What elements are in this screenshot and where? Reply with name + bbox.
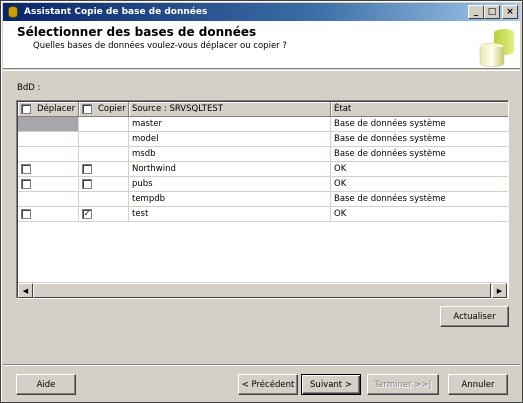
maximize-button[interactable]: □: [484, 5, 500, 19]
copy-checkbox[interactable]: [82, 164, 92, 174]
database-state: OK: [331, 177, 508, 192]
back-button[interactable]: < Précédent: [238, 374, 298, 395]
move-cell[interactable]: [18, 132, 79, 147]
refresh-button[interactable]: Actualiser: [440, 306, 509, 327]
copy-checkbox[interactable]: [82, 179, 92, 189]
move-cell[interactable]: [18, 162, 79, 177]
table-row[interactable]: pubs OK: [18, 177, 508, 192]
cancel-button[interactable]: Annuler: [448, 374, 508, 395]
copy-all-checkbox[interactable]: [82, 104, 92, 114]
database-graphic-icon: [479, 29, 514, 67]
page-title: Sélectionner des bases de données: [17, 25, 257, 39]
copy-cell[interactable]: ✓: [79, 207, 129, 222]
move-cell[interactable]: [18, 177, 79, 192]
table-row[interactable]: msdb Base de données système: [18, 147, 508, 162]
minimize-button[interactable]: _: [468, 5, 484, 19]
database-name: pubs: [129, 177, 331, 192]
database-name: test: [129, 207, 331, 222]
header-source[interactable]: Source : SRVSQLTEST: [129, 102, 331, 117]
horizontal-scrollbar[interactable]: ◀ ▶: [18, 282, 507, 298]
copy-checkbox[interactable]: ✓: [82, 209, 92, 219]
scroll-left-button[interactable]: ◀: [18, 283, 33, 298]
move-cell[interactable]: [18, 117, 79, 132]
copy-cell[interactable]: [79, 117, 129, 132]
table-row[interactable]: master Base de données système: [18, 117, 508, 132]
table-row[interactable]: tempdb Base de données système: [18, 192, 508, 207]
title-bar[interactable]: Assistant Copie de base de données _ □ ×: [3, 3, 520, 21]
header-copy-label: Copier: [98, 104, 126, 114]
grid-header-row: Déplacer Copier Source : SRVSQLTEST État: [18, 102, 508, 117]
table-row[interactable]: Northwind OK: [18, 162, 508, 177]
next-button[interactable]: Suivant >: [301, 374, 361, 395]
move-checkbox[interactable]: [21, 209, 31, 219]
database-state: Base de données système: [331, 117, 508, 132]
wizard-window: Assistant Copie de base de données _ □ ×…: [0, 0, 523, 403]
move-all-checkbox[interactable]: [21, 104, 31, 114]
database-state: Base de données système: [331, 192, 508, 207]
window-title: Assistant Copie de base de données: [24, 7, 208, 17]
finish-button[interactable]: Terminer >>|: [367, 374, 439, 395]
databases-grid[interactable]: Déplacer Copier Source : SRVSQLTEST État…: [16, 100, 509, 299]
scroll-right-button[interactable]: ▶: [492, 283, 507, 298]
wizard-header: Sélectionner des bases de données Quelle…: [3, 21, 520, 69]
copy-cell[interactable]: [79, 177, 129, 192]
table-row[interactable]: model Base de données système: [18, 132, 508, 147]
scroll-thumb[interactable]: [33, 283, 491, 298]
database-icon: [6, 5, 20, 19]
move-cell[interactable]: [18, 147, 79, 162]
copy-cell[interactable]: [79, 192, 129, 207]
header-copy[interactable]: Copier: [79, 102, 129, 117]
move-cell[interactable]: [18, 207, 79, 222]
close-button[interactable]: ×: [502, 5, 518, 19]
bottom-divider: [3, 364, 520, 366]
database-state: OK: [331, 207, 508, 222]
move-checkbox[interactable]: [21, 179, 31, 189]
copy-cell[interactable]: [79, 147, 129, 162]
database-state: Base de données système: [331, 132, 508, 147]
database-name: Northwind: [129, 162, 331, 177]
copy-cell[interactable]: [79, 162, 129, 177]
database-name: tempdb: [129, 192, 331, 207]
table-row[interactable]: ✓ test OK: [18, 207, 508, 222]
databases-label: BdD :: [17, 83, 41, 93]
copy-cell[interactable]: [79, 132, 129, 147]
header-move[interactable]: Déplacer: [18, 102, 79, 117]
header-state[interactable]: État: [331, 102, 508, 117]
header-move-label: Déplacer: [37, 104, 76, 114]
help-button[interactable]: Aide: [16, 374, 76, 395]
database-state: OK: [331, 162, 508, 177]
move-cell[interactable]: [18, 192, 79, 207]
database-name: master: [129, 117, 331, 132]
database-state: Base de données système: [331, 147, 508, 162]
database-name: model: [129, 132, 331, 147]
database-name: msdb: [129, 147, 331, 162]
page-subtitle: Quelles bases de données voulez-vous dép…: [33, 41, 287, 51]
move-checkbox[interactable]: [21, 164, 31, 174]
